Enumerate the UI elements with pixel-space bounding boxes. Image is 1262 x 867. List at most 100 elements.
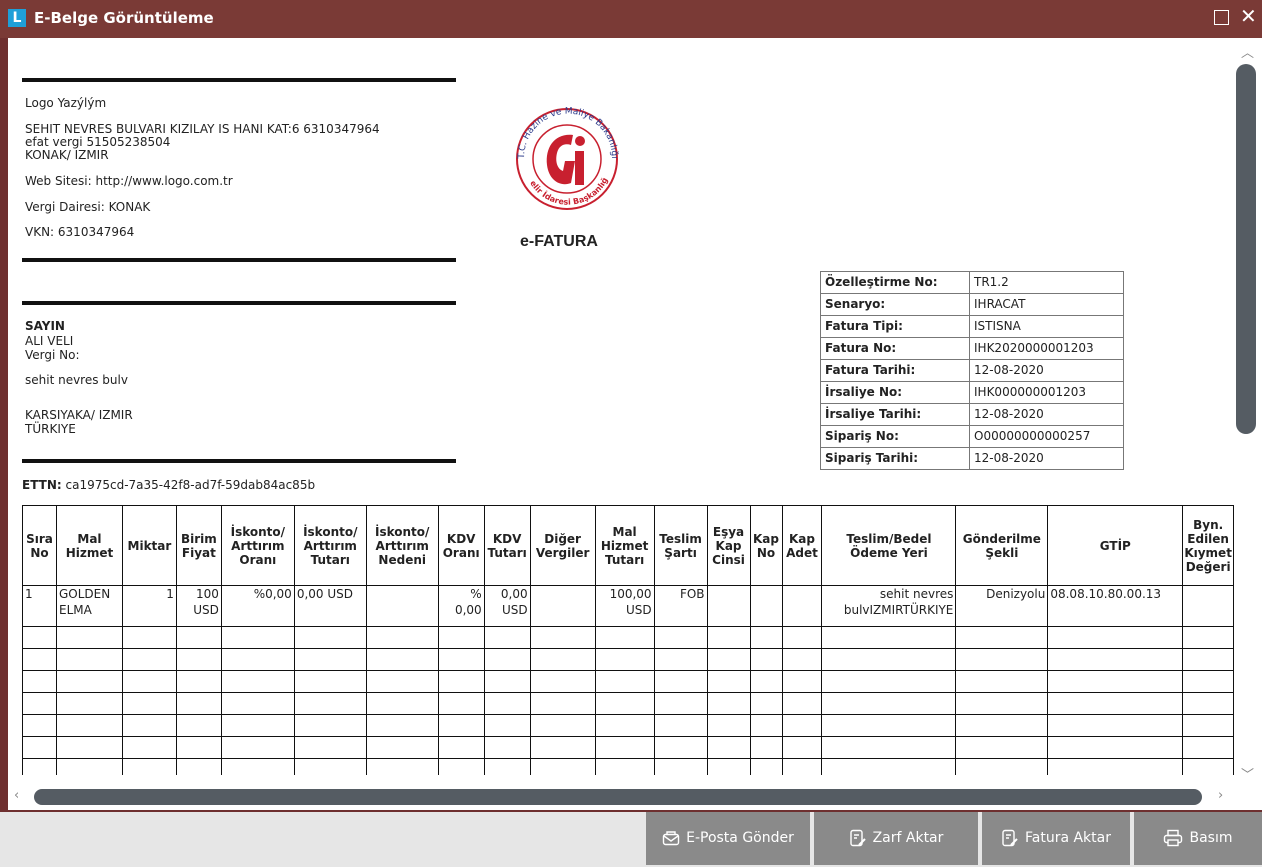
table-cell [594, 648, 655, 671]
table-cell [437, 736, 485, 759]
table-cell [1047, 648, 1184, 671]
table-cell [437, 626, 485, 649]
table-row-empty [22, 692, 1234, 715]
info-row: Özelleştirme No: TR1.2 [820, 271, 1124, 294]
table-cell [1047, 736, 1184, 759]
document-viewer[interactable]: Logo Yazýlým SEHIT NEVRES BULVARI KIZILA… [8, 38, 1234, 775]
info-row: Fatura Tipi: ISTISNA [820, 315, 1124, 338]
table-cell [653, 692, 708, 715]
app-logo-icon: L [8, 9, 26, 27]
table-cell [821, 736, 957, 759]
scroll-up-icon[interactable]: ︿ [1241, 42, 1254, 61]
info-label: Fatura No: [820, 337, 970, 360]
table-row-empty [22, 648, 1234, 671]
table-cell [22, 670, 57, 693]
info-label: Fatura Tarihi: [820, 359, 970, 382]
table-cell: 100 USD [175, 585, 222, 627]
table-cell [293, 736, 367, 759]
table-cell [22, 758, 57, 775]
scroll-left-icon[interactable]: ‹ [14, 788, 19, 803]
info-row: Sipariş Tarihi: 12-08-2020 [820, 447, 1124, 470]
info-label: İrsaliye Tarihi: [820, 403, 970, 426]
table-cell [175, 648, 222, 671]
table-cell: 1 [121, 585, 177, 627]
table-cell [1047, 714, 1184, 737]
scroll-right-icon[interactable]: › [1218, 788, 1223, 803]
table-cell [529, 758, 596, 775]
column-header: Eşya Kap Cinsi [706, 505, 751, 586]
column-header: Sıra No [22, 505, 57, 586]
table-cell [1182, 758, 1234, 775]
table-cell [1047, 758, 1184, 775]
column-header: GTİP [1047, 505, 1184, 586]
table-cell [706, 648, 751, 671]
email-send-button[interactable]: E-Posta Gönder [646, 812, 810, 865]
info-row: İrsaliye Tarihi: 12-08-2020 [820, 403, 1124, 426]
table-cell [749, 714, 783, 737]
table-cell [175, 626, 222, 649]
email-send-label: E-Posta Gönder [686, 830, 794, 846]
table-cell [55, 670, 123, 693]
table-cell [55, 714, 123, 737]
table-cell [781, 648, 823, 671]
print-label: Basım [1189, 830, 1233, 846]
table-row-empty [22, 758, 1234, 775]
vertical-scroll-thumb[interactable] [1236, 64, 1256, 434]
buyer-country: TÜRKIYE [25, 422, 76, 436]
info-value: IHK000000001203 [969, 381, 1124, 404]
print-button[interactable]: Basım [1134, 812, 1262, 865]
table-cell [293, 714, 367, 737]
invoice-export-button[interactable]: Fatura Aktar [982, 812, 1130, 865]
table-cell [365, 736, 439, 759]
info-value: ISTISNA [969, 315, 1124, 338]
table-cell [365, 692, 439, 715]
table-cell: 1 [22, 585, 57, 627]
table-cell [1047, 692, 1184, 715]
envelope-export-button[interactable]: Zarf Aktar [814, 812, 978, 865]
table-cell [437, 670, 485, 693]
table-cell [781, 692, 823, 715]
table-cell [955, 736, 1049, 759]
table-cell [220, 670, 295, 693]
column-header: Kap No [749, 505, 783, 586]
table-cell [220, 758, 295, 775]
buyer-heading: SAYIN [25, 319, 65, 333]
table-cell [706, 736, 751, 759]
close-button[interactable]: ✕ [1240, 6, 1257, 26]
table-cell [1047, 626, 1184, 649]
table-cell [55, 626, 123, 649]
table-cell [821, 648, 957, 671]
table-cell [781, 626, 823, 649]
table-cell [821, 670, 957, 693]
envelope-export-label: Zarf Aktar [872, 830, 944, 846]
invoice-info-table: Özelleştirme No: TR1.2 Senaryo: IHRACAT Fatu… [820, 271, 1124, 470]
table-cell [483, 736, 531, 759]
table-cell [121, 626, 177, 649]
table-cell [437, 758, 485, 775]
table-cell [365, 670, 439, 693]
table-cell [653, 670, 708, 693]
table-header-row: Sıra No Mal Hizmet Miktar Birim Fiyat İskont… [22, 505, 1234, 586]
document-title: e-FATURA [520, 233, 598, 250]
table-cell [749, 736, 783, 759]
divider [22, 301, 456, 305]
table-cell [483, 626, 531, 649]
email-icon [662, 831, 680, 846]
table-cell [781, 714, 823, 737]
table-cell [781, 670, 823, 693]
table-cell [749, 758, 783, 775]
table-cell [121, 670, 177, 693]
info-row: Fatura Tarihi: 12-08-2020 [820, 359, 1124, 382]
table-row: 1 GOLDEN ELMA 1 100 USD %0,00 0,00 USD% 0,00 0… [22, 585, 1234, 627]
table-cell [653, 758, 708, 775]
table-cell [706, 585, 751, 627]
table-cell [483, 692, 531, 715]
maximize-button[interactable] [1214, 10, 1229, 25]
ettn-line: ETTN: ca1975cd-7a35-42f8-ad7f-59dab84ac8… [22, 478, 315, 492]
table-cell [365, 626, 439, 649]
table-cell [821, 758, 957, 775]
info-value: IHRACAT [969, 293, 1124, 316]
horizontal-scroll-thumb[interactable] [34, 789, 1202, 805]
table-cell [220, 736, 295, 759]
table-cell [293, 692, 367, 715]
